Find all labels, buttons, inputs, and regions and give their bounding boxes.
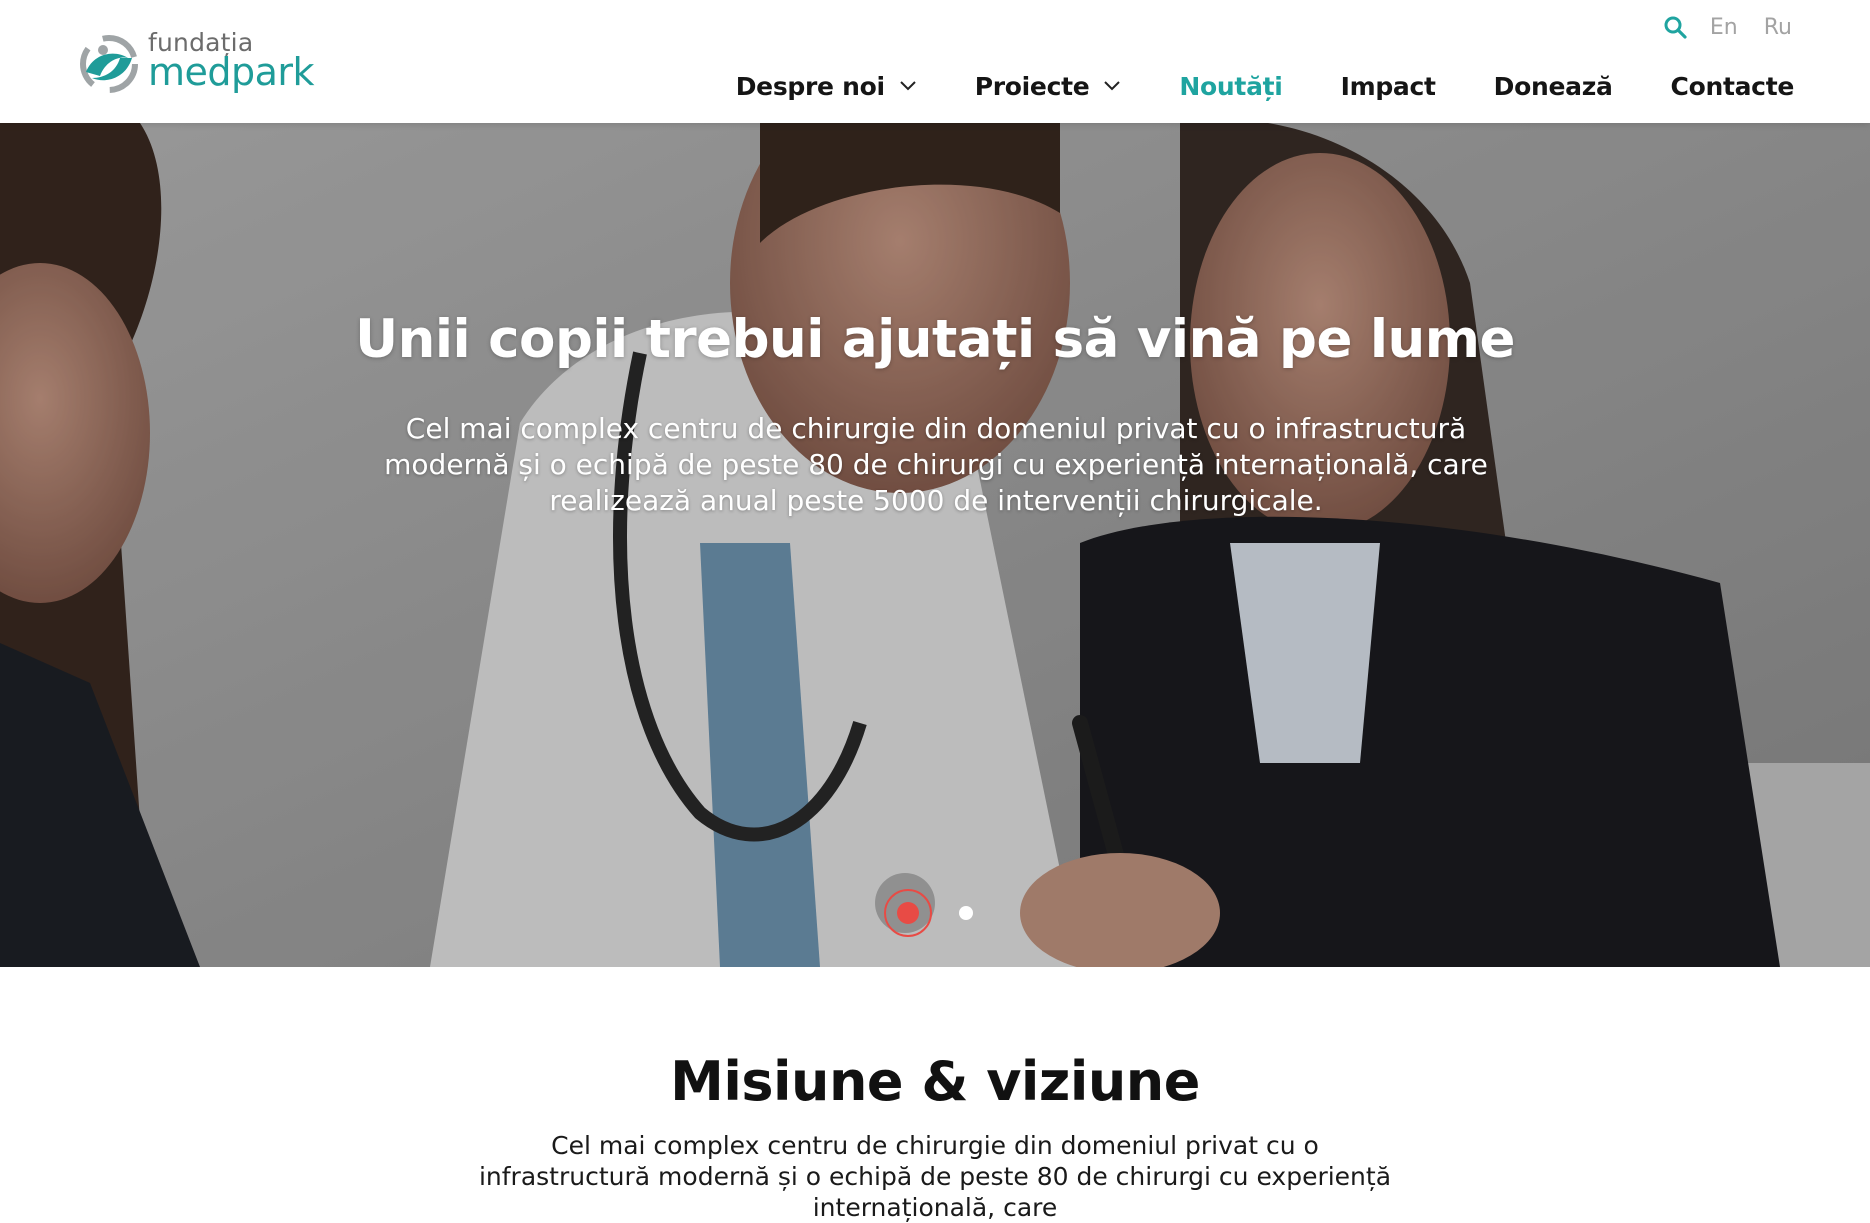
slider-dot-1[interactable] <box>881 886 935 940</box>
main-nav: Despre noi Proiecte Noutăți Impact Donea… <box>736 68 1795 104</box>
nav-item-impact[interactable]: Impact <box>1341 72 1436 101</box>
slider-dot-2[interactable] <box>935 886 989 940</box>
nav-item-noutati[interactable]: Noutăți <box>1179 72 1282 101</box>
nav-item-doneaza[interactable]: Donează <box>1494 72 1613 101</box>
chevron-down-icon <box>900 81 916 91</box>
nav-item-label: Donează <box>1493 71 1613 101</box>
logo[interactable]: fundația medpark <box>76 28 316 98</box>
nav-item-despre-noi[interactable]: Despre noi <box>736 72 917 101</box>
nav-item-label: Contacte <box>1670 71 1795 101</box>
slider-dot-active <box>884 889 932 937</box>
site-header: fundația medpark En Ru Despre noi Proiec… <box>0 0 1870 123</box>
utility-bar: En Ru <box>1660 10 1792 44</box>
nav-item-label: Proiecte <box>974 71 1090 101</box>
mission-text: Cel mai complex centru de chirurgie din … <box>478 1131 1392 1222</box>
hero-slider: Unii copii trebui ajutați să vină pe lum… <box>0 123 1870 967</box>
nav-item-label: Noutăți <box>1179 71 1283 101</box>
hero-description: Cel mai complex centru de chirurgie din … <box>384 412 1488 517</box>
slider-pagination <box>0 889 1870 937</box>
nav-item-label: Despre noi <box>735 71 885 101</box>
nav-item-proiecte[interactable]: Proiecte <box>975 72 1122 101</box>
hero-overlay <box>0 123 1870 967</box>
lang-ru-link[interactable]: Ru <box>1764 15 1792 40</box>
search-button[interactable] <box>1660 12 1690 42</box>
search-icon <box>1664 16 1687 39</box>
logo-name: medpark <box>148 50 315 94</box>
nav-item-contacte[interactable]: Contacte <box>1670 71 1795 101</box>
mission-title: Misiune & viziune <box>670 1049 1200 1113</box>
hero-title: Unii copii trebui ajutați să vină pe lum… <box>355 308 1515 370</box>
nav-item-label: Impact <box>1340 71 1436 101</box>
logo-mark-icon <box>80 35 138 93</box>
lang-en-link[interactable]: En <box>1710 15 1738 40</box>
slider-dot <box>959 906 973 920</box>
chevron-down-icon <box>1104 81 1121 91</box>
